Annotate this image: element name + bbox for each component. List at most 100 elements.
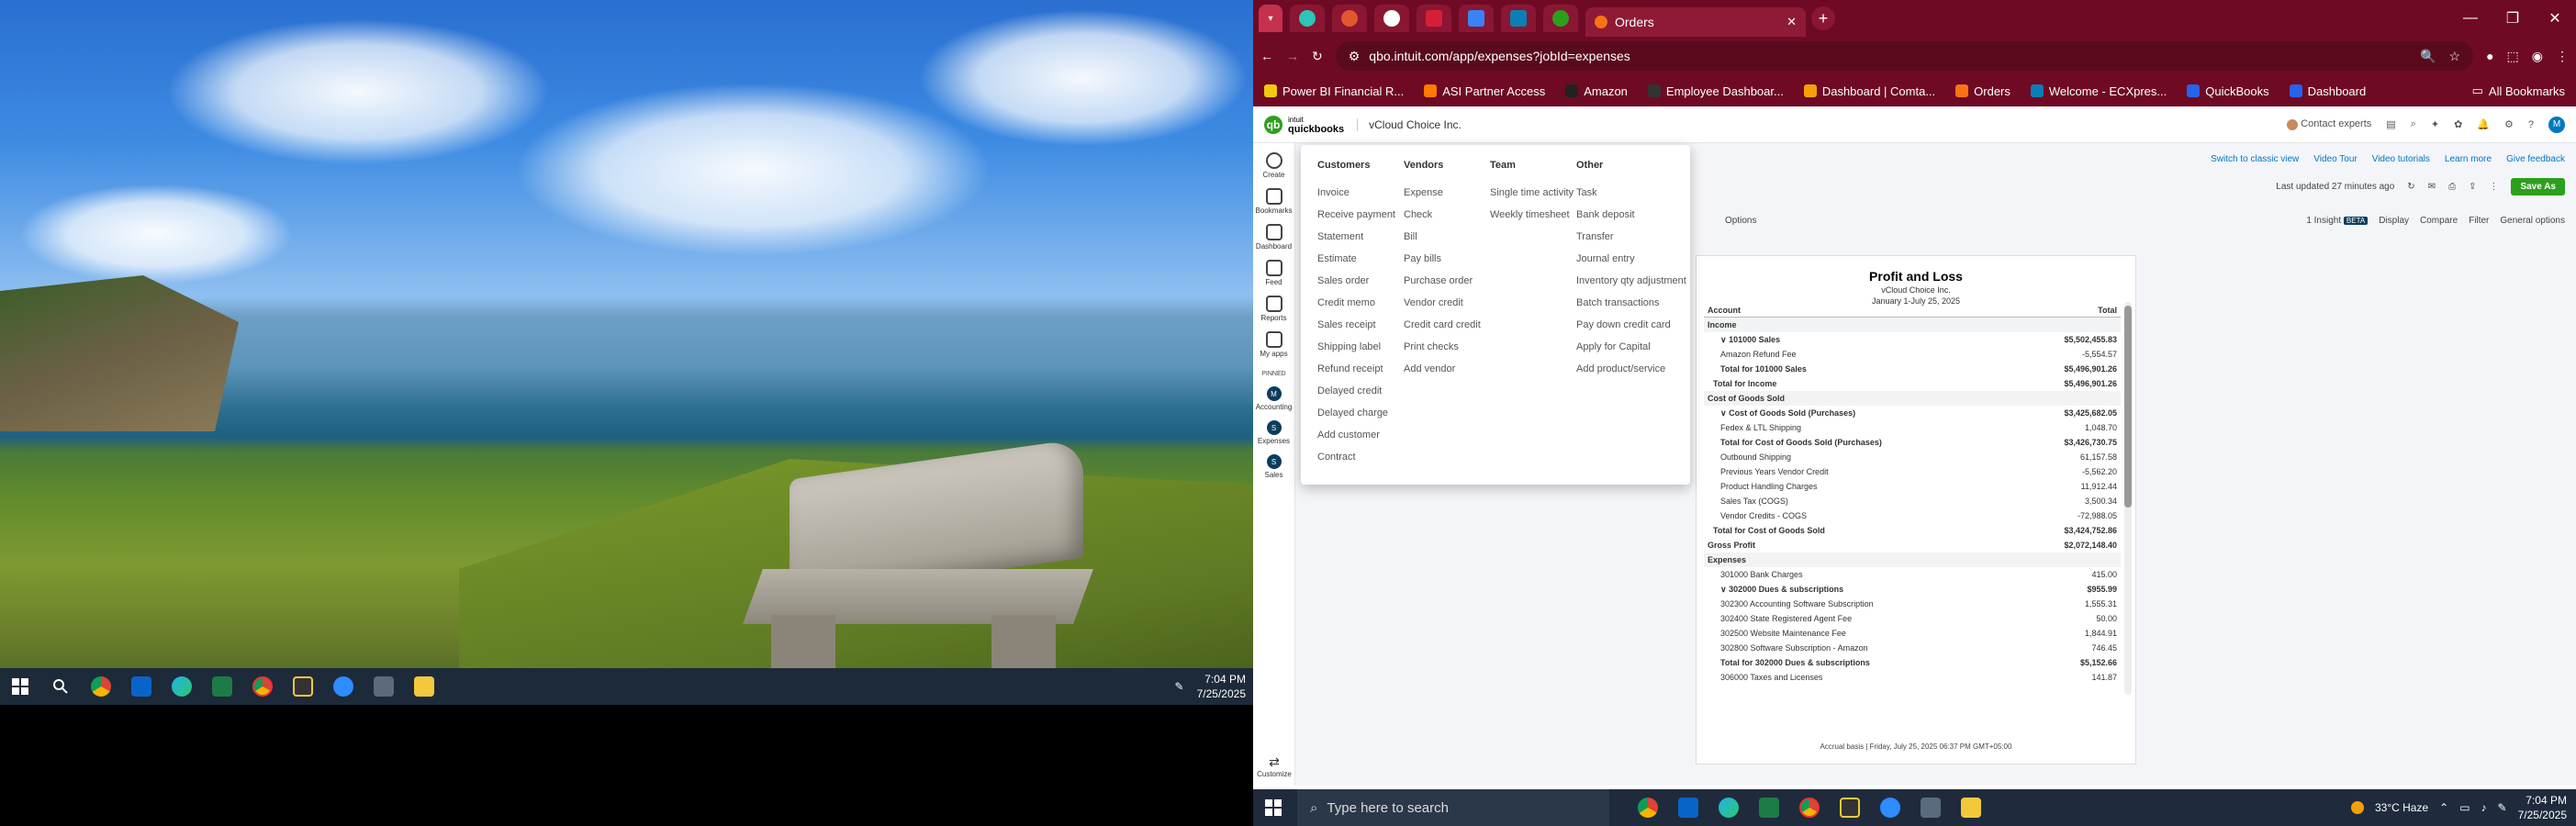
file-explorer-icon[interactable] bbox=[404, 668, 444, 705]
create-menu-item[interactable]: Refund receipt bbox=[1317, 358, 1404, 380]
volume-icon[interactable]: ♪ bbox=[2481, 801, 2487, 814]
windows-start-icon[interactable] bbox=[1253, 789, 1294, 826]
chrome-icon[interactable] bbox=[1628, 789, 1668, 826]
report-row[interactable]: Total for 302000 Dues & subscriptions $5,… bbox=[1704, 655, 2121, 670]
email-icon[interactable]: ✉ bbox=[2428, 182, 2436, 192]
create-menu-item[interactable]: Batch transactions bbox=[1576, 292, 1674, 314]
nav-sales[interactable]: S Sales bbox=[1253, 454, 1294, 479]
maximize-icon[interactable]: ❐ bbox=[2492, 0, 2534, 37]
pinned-tab[interactable] bbox=[1332, 5, 1367, 32]
create-menu-item[interactable]: Sales receipt bbox=[1317, 314, 1404, 336]
nav-expenses[interactable]: S Expenses bbox=[1253, 420, 1294, 445]
report-row-value[interactable]: $2,072,148.40 bbox=[2064, 538, 2117, 553]
bookmark-star-icon[interactable]: ☆ bbox=[2449, 49, 2461, 64]
general-options-button[interactable]: General options bbox=[2500, 216, 2565, 226]
pen-icon[interactable]: ✎ bbox=[1175, 680, 1184, 693]
contact-experts-button[interactable]: Contact experts bbox=[2287, 118, 2371, 130]
create-menu-item[interactable]: Add vendor bbox=[1404, 358, 1490, 380]
report-row[interactable]: Income bbox=[1704, 318, 2121, 332]
pinned-tab[interactable] bbox=[1290, 5, 1325, 32]
create-menu-item[interactable]: Invoice bbox=[1317, 182, 1404, 204]
report-row[interactable]: Cost of Goods Sold bbox=[1704, 391, 2121, 406]
search-icon[interactable]: ⌕ bbox=[2411, 118, 2416, 130]
reload-icon[interactable]: ↻ bbox=[1312, 49, 1323, 64]
report-row[interactable]: 302300 Accounting Software Subscription 1… bbox=[1704, 597, 2121, 611]
pinned-tab[interactable] bbox=[1459, 5, 1494, 32]
quickbooks-logo[interactable]: qb intuit quickbooks bbox=[1264, 115, 1344, 134]
report-row-value[interactable]: -5,554.57 bbox=[2082, 347, 2117, 362]
pen-icon[interactable]: ✎ bbox=[2498, 801, 2507, 814]
bookmark-item[interactable]: ASI Partner Access bbox=[1424, 84, 1545, 98]
bookmark-item[interactable]: QuickBooks bbox=[2187, 84, 2269, 98]
file-explorer-icon[interactable] bbox=[1951, 789, 1991, 826]
right-clock[interactable]: 7:04 PM 7/25/2025 bbox=[2518, 793, 2567, 822]
report-row-value[interactable]: 746.45 bbox=[2091, 641, 2117, 655]
learn-more-link[interactable]: Learn more bbox=[2445, 154, 2492, 164]
report-row[interactable]: Fedex & LTL Shipping 1,048.70 bbox=[1704, 420, 2121, 435]
url-bar[interactable]: ⚙ qbo.intuit.com/app/expenses?jobId=expe… bbox=[1335, 41, 2474, 71]
report-row[interactable]: 302400 State Registered Agent Fee 50.00 bbox=[1704, 611, 2121, 626]
bookmark-item[interactable]: Dashboard bbox=[2289, 84, 2366, 98]
bookmark-item[interactable]: Dashboard | Comta... bbox=[1803, 84, 1935, 98]
report-row-value[interactable]: 415.00 bbox=[2091, 567, 2117, 582]
create-menu-item[interactable]: Estimate bbox=[1317, 248, 1404, 270]
nav-accounting[interactable]: M Accounting bbox=[1253, 386, 1294, 411]
nav-customize[interactable]: ⇄ Customize bbox=[1253, 754, 1295, 778]
display-button[interactable]: Display bbox=[2379, 216, 2409, 226]
report-row[interactable]: ∨ 101000 Sales $5,502,455.83 bbox=[1704, 332, 2121, 347]
report-row-value[interactable]: -5,562.20 bbox=[2082, 464, 2117, 479]
refresh-icon[interactable]: ↻ bbox=[2407, 182, 2414, 192]
left-clock[interactable]: 7:04 PM 7/25/2025 bbox=[1197, 672, 1246, 701]
create-menu-item[interactable]: Transfer bbox=[1576, 226, 1674, 248]
all-bookmarks[interactable]: ▭ All Bookmarks bbox=[2472, 84, 2565, 98]
report-row-value[interactable]: 3,500.34 bbox=[2085, 494, 2117, 508]
edge-icon[interactable] bbox=[1708, 789, 1749, 826]
report-row-value[interactable]: 61,157.58 bbox=[2080, 450, 2117, 464]
create-menu-item[interactable]: Receive payment bbox=[1317, 204, 1404, 226]
pinned-tab[interactable] bbox=[1501, 5, 1536, 32]
create-menu-item[interactable]: Weekly timesheet bbox=[1490, 204, 1576, 226]
report-row[interactable]: 301000 Bank Charges 415.00 bbox=[1704, 567, 2121, 582]
more-icon[interactable]: ⋮ bbox=[2489, 182, 2498, 192]
report-row[interactable]: Total for 101000 Sales $5,496,901.26 bbox=[1704, 362, 2121, 376]
close-window-icon[interactable]: ✕ bbox=[2534, 0, 2576, 37]
report-row[interactable]: Vendor Credits - COGS -72,988.05 bbox=[1704, 508, 2121, 523]
report-row[interactable]: Total for Cost of Goods Sold $3,424,752.8… bbox=[1704, 523, 2121, 538]
report-row-value[interactable]: 1,555.31 bbox=[2085, 597, 2117, 611]
weather-text[interactable]: 33°C Haze bbox=[2375, 801, 2428, 814]
report-row-value[interactable]: -72,988.05 bbox=[2078, 508, 2117, 523]
create-menu-item[interactable]: Apply for Capital bbox=[1576, 336, 1674, 358]
column-account[interactable]: Account bbox=[1708, 306, 1741, 315]
report-row[interactable]: Gross Profit $2,072,148.40 bbox=[1704, 538, 2121, 553]
compare-button[interactable]: Compare bbox=[2420, 216, 2458, 226]
video-tour-link[interactable]: Video Tour bbox=[2313, 154, 2357, 164]
taskbar-search-box[interactable]: ⌕ Type here to search bbox=[1297, 789, 1609, 826]
create-menu-item[interactable]: Check bbox=[1404, 204, 1490, 226]
create-menu-item[interactable]: Single time activity bbox=[1490, 182, 1576, 204]
report-row-value[interactable]: $5,496,901.26 bbox=[2064, 376, 2117, 391]
zoom-icon[interactable] bbox=[1870, 789, 1910, 826]
report-row[interactable]: Product Handling Charges 11,912.44 bbox=[1704, 479, 2121, 494]
zoom-icon[interactable] bbox=[323, 668, 364, 705]
new-tab-button[interactable]: + bbox=[1811, 6, 1835, 30]
report-row-value[interactable]: $3,425,682.05 bbox=[2064, 406, 2117, 420]
outlook-icon[interactable] bbox=[1668, 789, 1708, 826]
back-icon[interactable]: ← bbox=[1260, 49, 1273, 63]
report-row-value[interactable]: $3,426,730.75 bbox=[2064, 435, 2117, 450]
sticky-icon[interactable] bbox=[283, 668, 323, 705]
user-avatar[interactable]: M bbox=[2548, 116, 2565, 133]
create-menu-item[interactable]: Statement bbox=[1317, 226, 1404, 248]
chrome-profile-icon[interactable] bbox=[1789, 789, 1830, 826]
chevron-up-icon[interactable]: ⌃ bbox=[2439, 801, 2448, 814]
edge-icon[interactable] bbox=[162, 668, 202, 705]
extension-icon[interactable]: ● bbox=[2486, 49, 2493, 63]
report-scrollbar[interactable] bbox=[2124, 302, 2132, 695]
settings-icon[interactable]: ⚙ bbox=[2504, 118, 2514, 130]
create-menu-item[interactable]: Bill bbox=[1404, 226, 1490, 248]
report-row-value[interactable]: 141.87 bbox=[2091, 670, 2117, 685]
report-row[interactable]: 302800 Software Subscription - Amazon 746… bbox=[1704, 641, 2121, 655]
report-row[interactable]: Amazon Refund Fee -5,554.57 bbox=[1704, 347, 2121, 362]
create-menu-item[interactable]: Contract bbox=[1317, 446, 1404, 468]
tab-list-button[interactable]: ▾ bbox=[1259, 5, 1282, 32]
report-row[interactable]: Total for Income $5,496,901.26 bbox=[1704, 376, 2121, 391]
